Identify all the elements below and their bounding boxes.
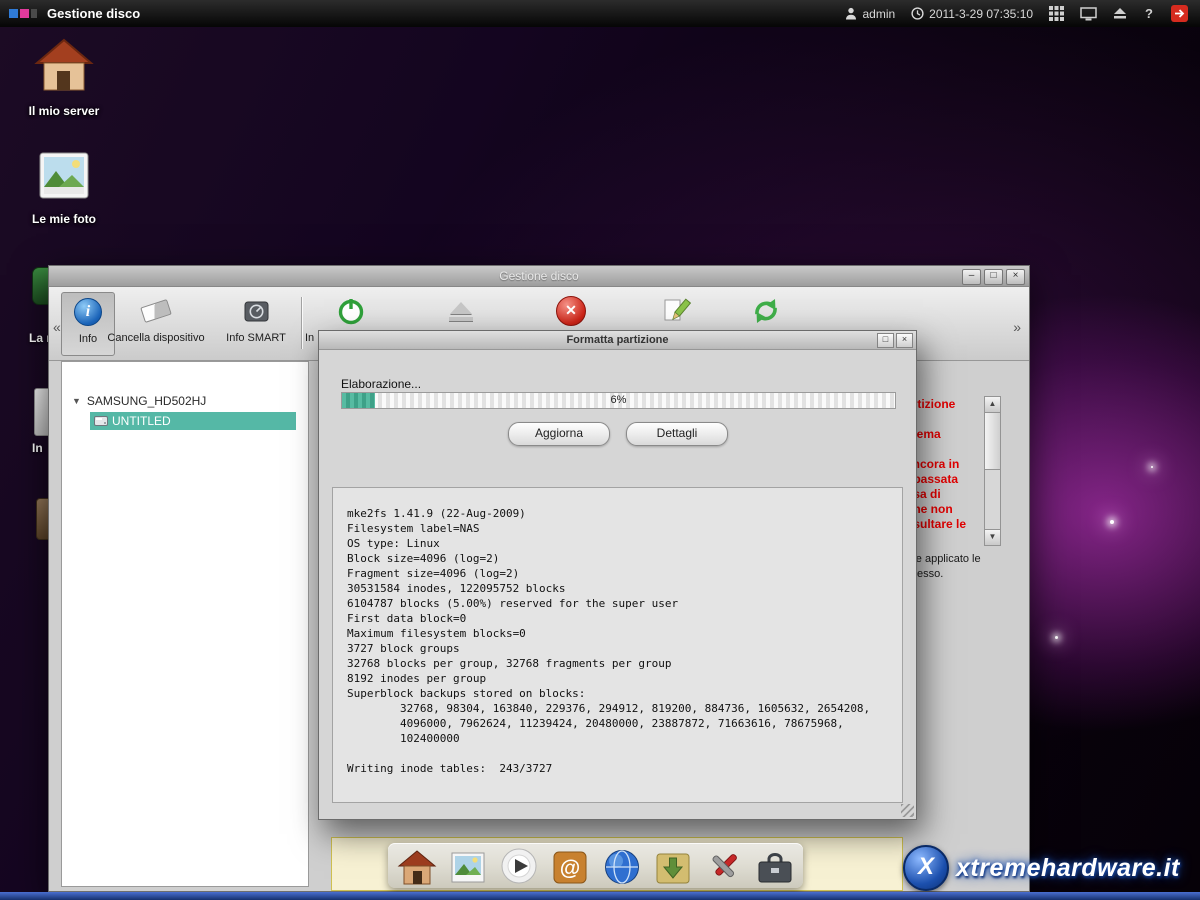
svg-text:@: @ bbox=[560, 857, 580, 880]
logo-square-magenta bbox=[20, 9, 29, 18]
desktop-icon-label: Le mie foto bbox=[22, 212, 106, 226]
dock-photos-button[interactable] bbox=[447, 844, 489, 886]
globe-icon bbox=[602, 846, 642, 886]
dock: @ bbox=[396, 840, 796, 886]
photos-icon bbox=[34, 146, 94, 206]
dock-media-button[interactable] bbox=[498, 844, 540, 886]
desktop-icon-label-fragment: In bbox=[32, 441, 43, 455]
help-button[interactable]: ? bbox=[1143, 6, 1155, 21]
console-output-panel: mke2fs 1.41.9 (22-Aug-2009) Filesystem l… bbox=[332, 487, 903, 803]
power-icon bbox=[336, 296, 366, 326]
brand-logo-icon bbox=[9, 9, 37, 18]
logo-square-blue bbox=[9, 9, 18, 18]
progress-bar: 6% bbox=[341, 392, 896, 409]
watermark-text: xtremehardware.it bbox=[956, 854, 1180, 883]
scroll-up-icon[interactable]: ▲ bbox=[985, 397, 1000, 413]
monitor-icon[interactable] bbox=[1080, 7, 1097, 21]
refresh-icon bbox=[751, 297, 781, 325]
logout-icon[interactable] bbox=[1171, 5, 1188, 22]
desktop-icon-my-photos[interactable]: Le mie foto bbox=[22, 146, 106, 226]
user-menu[interactable]: admin bbox=[845, 7, 895, 21]
scrollbar-thumb[interactable] bbox=[985, 413, 1000, 470]
dialog-title: Formatta partizione bbox=[566, 334, 668, 346]
dettagli-button[interactable]: Dettagli bbox=[626, 422, 728, 446]
info-text-fragment: ere applicato le ccesso. bbox=[906, 552, 1016, 582]
desktop-icon-my-server[interactable]: Il mio server bbox=[22, 36, 106, 118]
crossed-tools-icon bbox=[705, 848, 743, 886]
toolbar-separator bbox=[301, 297, 303, 349]
watermark-x-badge-icon: X bbox=[903, 845, 949, 891]
dialog-controls: □ × bbox=[877, 333, 913, 348]
toolbox-icon bbox=[755, 848, 795, 886]
sparkle bbox=[1055, 636, 1058, 639]
dock-home-button[interactable] bbox=[396, 844, 438, 886]
tree-item-disk[interactable]: ▼ SAMSUNG_HD502HJ bbox=[62, 394, 308, 408]
toolbar-scroll-left[interactable]: « bbox=[53, 319, 61, 335]
toolbar-label: Cancella dispositivo bbox=[101, 332, 211, 344]
tree-disk-label: SAMSUNG_HD502HJ bbox=[87, 394, 206, 408]
play-icon bbox=[499, 846, 539, 886]
device-tree-panel: ▼ SAMSUNG_HD502HJ UNTITLED bbox=[61, 361, 309, 887]
partition-icon bbox=[94, 415, 108, 427]
sparkle bbox=[1151, 466, 1153, 468]
window-controls: – □ × bbox=[962, 269, 1025, 285]
right-panel-scrollbar[interactable]: ▲ ▼ bbox=[984, 396, 1001, 546]
photos-icon bbox=[448, 848, 488, 886]
aggiorna-button[interactable]: Aggiorna bbox=[508, 422, 610, 446]
house-icon bbox=[397, 848, 437, 886]
toolbar-smart-info-button[interactable]: Info SMART bbox=[213, 292, 299, 354]
tree-item-partition-selected[interactable]: UNTITLED bbox=[90, 412, 296, 430]
desktop: Gestione disco admin 2011-3-29 07:35:10 bbox=[0, 0, 1200, 900]
info-icon: i bbox=[74, 298, 102, 326]
toolbar-erase-device-button[interactable]: Cancella dispositivo bbox=[101, 292, 211, 354]
toolbar-label: Info SMART bbox=[213, 332, 299, 344]
status-text: Elaborazione... bbox=[341, 377, 421, 391]
window-titlebar[interactable]: Gestione disco – □ × bbox=[49, 266, 1029, 287]
smart-gauge-icon bbox=[243, 298, 270, 325]
dialog-maximize-button[interactable]: □ bbox=[877, 333, 894, 348]
edit-pencil-icon bbox=[661, 296, 691, 326]
format-partition-dialog: Formatta partizione □ × Elaborazione... … bbox=[318, 330, 917, 820]
console-output: mke2fs 1.41.9 (22-Aug-2009) Filesystem l… bbox=[333, 488, 902, 776]
tree-partition-label: UNTITLED bbox=[112, 414, 171, 428]
topbar: Gestione disco admin 2011-3-29 07:35:10 bbox=[0, 0, 1200, 27]
resize-grip[interactable] bbox=[901, 804, 914, 817]
tree-expander-icon[interactable]: ▼ bbox=[72, 396, 81, 406]
clock: 2011-3-29 07:35:10 bbox=[911, 7, 1033, 21]
logo-square-dark bbox=[31, 9, 37, 18]
close-button[interactable]: × bbox=[1006, 269, 1025, 285]
minimize-button[interactable]: – bbox=[962, 269, 981, 285]
house-icon bbox=[34, 36, 94, 98]
dock-browser-button[interactable] bbox=[601, 844, 643, 886]
clock-icon bbox=[911, 7, 924, 20]
user-icon bbox=[845, 7, 857, 20]
eject-icon bbox=[449, 302, 473, 321]
maximize-button[interactable]: □ bbox=[984, 269, 1003, 285]
at-sign-icon: @ bbox=[551, 848, 589, 886]
dock-download-button[interactable] bbox=[652, 844, 694, 886]
download-box-icon bbox=[654, 848, 692, 886]
dialog-titlebar[interactable]: Formatta partizione □ × bbox=[319, 331, 916, 350]
user-label: admin bbox=[862, 7, 895, 21]
dock-toolbox-button[interactable] bbox=[754, 844, 796, 886]
toolbar-scroll-right[interactable]: » bbox=[1013, 319, 1021, 335]
dock-mail-button[interactable]: @ bbox=[549, 844, 591, 886]
apps-grid-icon[interactable] bbox=[1049, 6, 1064, 21]
window-title: Gestione disco bbox=[499, 269, 578, 283]
dock-tools-button[interactable] bbox=[703, 844, 745, 886]
datetime-label: 2011-3-29 07:35:10 bbox=[929, 7, 1033, 21]
delete-x-icon: ✕ bbox=[556, 296, 586, 326]
topbar-title: Gestione disco bbox=[47, 6, 140, 21]
desktop-icon-label: Il mio server bbox=[22, 104, 106, 118]
topbar-right: admin 2011-3-29 07:35:10 ? bbox=[845, 5, 1200, 22]
sparkle bbox=[1110, 520, 1114, 524]
scroll-down-icon[interactable]: ▼ bbox=[985, 529, 1000, 545]
dialog-close-button[interactable]: × bbox=[896, 333, 913, 348]
eject-icon[interactable] bbox=[1113, 7, 1127, 20]
progress-percentage: 6% bbox=[342, 393, 895, 408]
eraser-icon bbox=[140, 299, 172, 323]
site-watermark: X xtremehardware.it bbox=[903, 845, 1180, 891]
bottom-taskbar bbox=[0, 892, 1200, 900]
